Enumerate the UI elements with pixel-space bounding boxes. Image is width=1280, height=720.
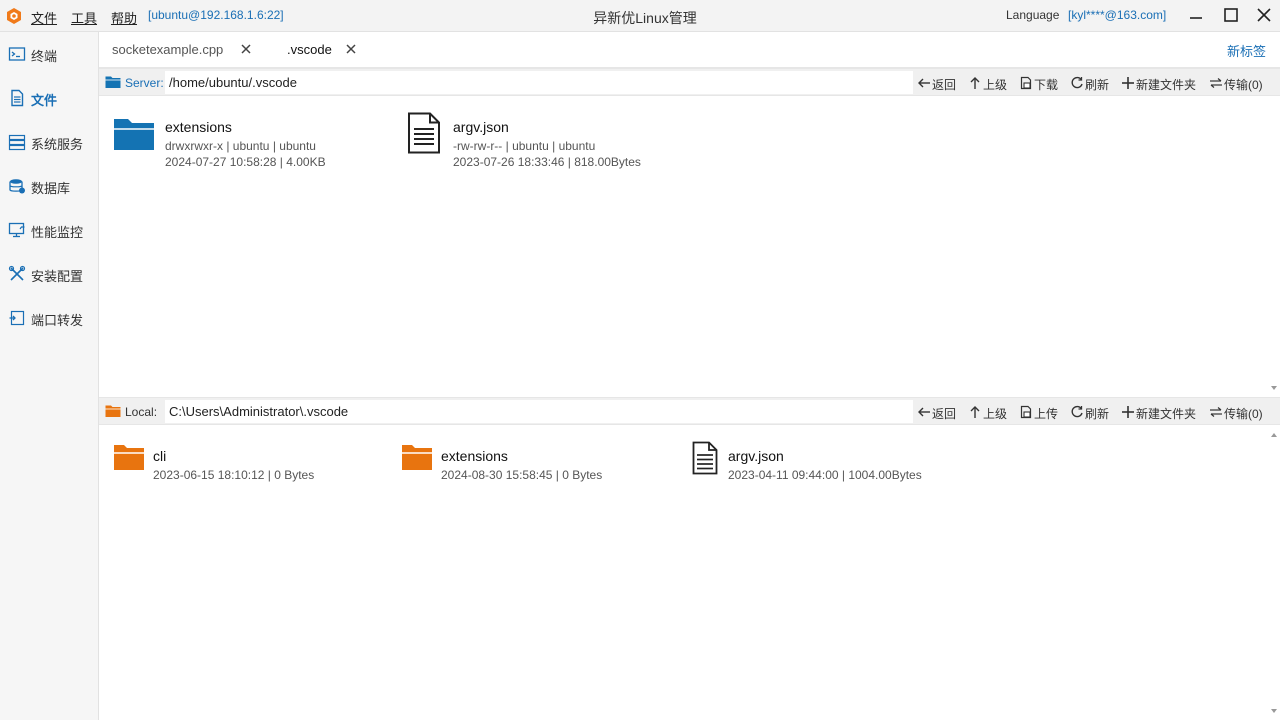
connection-info: [ubuntu@192.168.1.6:22]: [148, 8, 284, 22]
app-logo-icon: [7, 8, 21, 24]
plus-icon: [1122, 77, 1134, 89]
server-file-item[interactable]: extensions drwxrwxr-x | ubuntu | ubuntu …: [113, 106, 373, 169]
minimize-icon: [1190, 17, 1202, 19]
sidebar-item-services[interactable]: 系统服务: [0, 126, 98, 158]
local-file-list: cli 2023-06-15 18:10:12 | 0 Bytes extens…: [99, 425, 1268, 720]
chevron-up-icon[interactable]: [1270, 431, 1278, 439]
minimize-button[interactable]: [1184, 4, 1208, 26]
download-icon: [1020, 76, 1032, 90]
plus-icon: [1122, 406, 1134, 418]
local-file-item[interactable]: cli 2023-06-15 18:10:12 | 0 Bytes: [113, 435, 373, 485]
chevron-down-icon[interactable]: [1270, 384, 1278, 392]
close-icon: [1257, 8, 1271, 22]
sidebar-item-install[interactable]: 安装配置: [0, 258, 98, 290]
menu-file[interactable]: 文件: [31, 8, 57, 27]
sidebar-item-monitor[interactable]: 性能监控: [0, 214, 98, 246]
sidebar-item-label: 文件: [31, 93, 58, 108]
monitor-icon: [8, 222, 25, 238]
folder-icon: [114, 119, 154, 150]
maximize-button[interactable]: [1219, 4, 1243, 26]
maximize-icon: [1224, 8, 1238, 22]
close-tab-icon[interactable]: [345, 43, 357, 55]
sidebar-item-database[interactable]: 数据库: [0, 170, 98, 202]
arrow-left-icon: [918, 407, 930, 417]
arrow-left-icon: [918, 78, 930, 88]
sidebar-item-label: 终端: [31, 49, 58, 64]
transfer-icon: [1210, 78, 1222, 88]
document-icon: [408, 112, 440, 154]
document-icon: [692, 441, 718, 475]
folder-icon: [114, 445, 144, 470]
upload-icon: [1020, 405, 1032, 419]
close-window-button[interactable]: [1252, 4, 1276, 26]
transfer-icon: [1210, 407, 1222, 417]
database-icon: [9, 179, 25, 194]
account-link[interactable]: [kyl****@163.com]: [1068, 8, 1166, 22]
folder-icon: [105, 405, 121, 417]
language-selector[interactable]: Language: [1006, 8, 1059, 22]
server-file-list: extensions drwxrwxr-x | ubuntu | ubuntu …: [99, 96, 1268, 396]
server-path-input[interactable]: [165, 71, 913, 94]
sidebar-item-label: 系统服务: [31, 137, 84, 152]
port-forward-icon: [9, 310, 25, 326]
menu-tools[interactable]: 工具: [71, 8, 97, 27]
sidebar-item-label: 安装配置: [31, 269, 84, 284]
local-file-item[interactable]: extensions 2024-08-30 15:58:45 | 0 Bytes: [401, 435, 661, 485]
refresh-icon: [1071, 405, 1083, 418]
services-icon: [8, 134, 26, 151]
sidebar-item-port-forward[interactable]: 端口转发: [0, 302, 98, 334]
window-title: 异新优Linux管理: [593, 10, 697, 26]
file-icon: [11, 89, 24, 107]
close-tab-icon[interactable]: [240, 43, 252, 55]
sidebar-item-label: 性能监控: [31, 225, 84, 240]
server-path-bar: Server: 返回 上级 下载 刷新 新建文件夹 传输(0): [99, 68, 1280, 96]
local-file-item[interactable]: argv.json 2023-04-11 09:44:00 | 1004.00B…: [691, 435, 971, 485]
folder-icon: [402, 445, 432, 470]
sidebar-item-terminal[interactable]: 终端: [0, 38, 98, 70]
local-scrollbar[interactable]: [1268, 425, 1280, 720]
sidebar-item-label: 数据库: [31, 181, 71, 196]
terminal-icon: [8, 47, 26, 61]
refresh-icon: [1071, 76, 1083, 89]
new-tab-button[interactable]: 新标签: [1227, 41, 1266, 60]
arrow-up-icon: [970, 406, 980, 418]
server-scrollbar[interactable]: [1268, 96, 1280, 396]
tab-socketexample[interactable]: socketexample.cpp: [112, 42, 223, 57]
server-file-item[interactable]: argv.json -rw-rw-r-- | ubuntu | ubuntu 2…: [405, 106, 685, 169]
arrow-up-icon: [970, 77, 980, 89]
chevron-down-icon[interactable]: [1270, 707, 1278, 715]
local-path-input[interactable]: [165, 400, 913, 423]
tools-icon: [8, 265, 26, 281]
local-path-bar: Local: 返回 上级 上传 刷新 新建文件夹 传输(0): [99, 397, 1280, 425]
title-bar: 文件 工具 帮助 [ubuntu@192.168.1.6:22] 异新优Linu…: [0, 0, 1280, 32]
sidebar-item-label: 端口转发: [31, 313, 84, 328]
sidebar: 终端 文件 系统服务 数据库 性能监控 安装配置 端口转发: [0, 32, 99, 720]
menu-help[interactable]: 帮助: [111, 8, 137, 27]
sidebar-item-file[interactable]: 文件: [0, 82, 98, 114]
tab-vscode[interactable]: .vscode: [287, 42, 332, 57]
tab-bar: socketexample.cpp .vscode 新标签: [99, 32, 1280, 68]
folder-icon: [105, 76, 121, 88]
